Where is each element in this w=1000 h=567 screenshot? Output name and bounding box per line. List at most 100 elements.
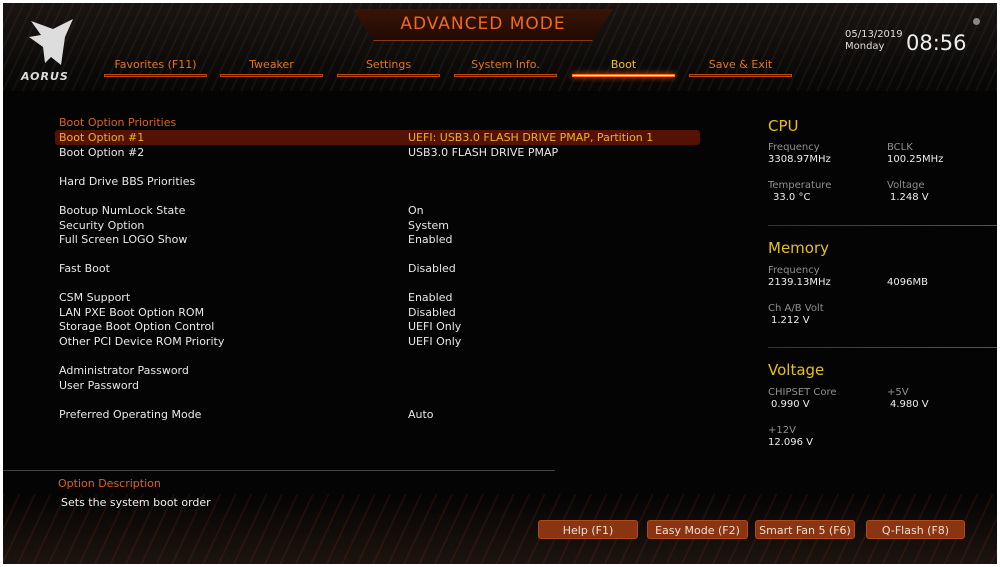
heading-label: Boot Option Priorities <box>59 116 177 129</box>
item-value: Disabled <box>408 262 456 275</box>
q-flash-button[interactable]: Q-Flash (F8) <box>866 520 965 539</box>
menu-item-lan-pxe[interactable]: LAN PXE Boot Option ROM Disabled <box>55 305 700 320</box>
label: Temperature <box>768 180 832 191</box>
value: 33.0 °C <box>773 192 811 203</box>
divider <box>3 470 555 471</box>
aorus-logo-text: AORUS <box>21 70 69 83</box>
item-value: Auto <box>408 408 434 421</box>
tab-underline <box>337 74 440 77</box>
item-label: CSM Support <box>59 291 131 304</box>
item-value: On <box>408 204 424 217</box>
page-title: ADVANCED MODE <box>400 14 566 34</box>
menu-item-numlock[interactable]: Bootup NumLock State On <box>55 203 700 218</box>
menu-item-user-password[interactable]: User Password <box>55 378 700 393</box>
tab-label: System Info. <box>471 58 540 71</box>
tab-label: Settings <box>365 58 412 71</box>
value: 3308.97MHz <box>768 154 831 165</box>
menu-item-boot-option-2[interactable]: Boot Option #2 USB3.0 FLASH DRIVE PMAP <box>55 145 700 160</box>
cpu-temperature: Temperature 33.0 °C <box>768 180 831 204</box>
menu-item-hdd-bbs[interactable]: Hard Drive BBS Priorities <box>55 174 700 189</box>
weekday: Monday <box>845 41 885 52</box>
memory-section-title: Memory <box>768 239 830 257</box>
help-button[interactable]: Help (F1) <box>538 520 638 539</box>
bios-screen: ADVANCED MODE AORUS Favorites (F11) Twea… <box>3 3 997 564</box>
tab-label: Tweaker <box>249 58 294 71</box>
label: BCLK <box>887 142 913 153</box>
cpu-bclk: BCLK 100.25MHz <box>887 142 943 166</box>
item-value: UEFI Only <box>408 320 462 333</box>
value: 0.990 V <box>771 399 810 410</box>
tab-favorites[interactable]: Favorites (F11) <box>104 58 207 77</box>
tab-underline <box>689 74 792 77</box>
memory-voltage: Ch A/B Volt 1.212 V <box>768 303 824 327</box>
label: +12V <box>768 425 796 436</box>
tab-label: Favorites (F11) <box>114 58 197 71</box>
item-label: Bootup NumLock State <box>59 204 186 217</box>
label: Frequency <box>768 265 820 276</box>
tab-underline <box>104 74 207 77</box>
item-value: System <box>408 219 450 232</box>
value: 12.096 V <box>768 437 814 448</box>
menu-item-fast-boot[interactable]: Fast Boot Disabled <box>55 261 700 276</box>
date-display: 05/13/2019 Monday <box>845 29 903 53</box>
tab-tweaker[interactable]: Tweaker <box>220 58 323 77</box>
12v-voltage: +12V 12.096 V <box>768 425 813 449</box>
tab-save-exit[interactable]: Save & Exit <box>689 58 792 77</box>
item-label: Boot Option #2 <box>59 146 145 159</box>
item-label: User Password <box>59 379 139 392</box>
cpu-voltage: Voltage 1.248 V <box>887 180 929 204</box>
value: 100.25MHz <box>887 154 944 165</box>
divider <box>768 347 997 348</box>
tab-system-info[interactable]: System Info. <box>454 58 557 77</box>
tab-underline <box>454 74 557 77</box>
date: 05/13/2019 <box>845 29 903 40</box>
menu-item-security[interactable]: Security Option System <box>55 218 700 233</box>
item-label: Fast Boot <box>59 262 110 275</box>
value: 2139.13MHz <box>768 277 831 288</box>
menu-item-logo-show[interactable]: Full Screen LOGO Show Enabled <box>55 232 700 247</box>
item-label: Preferred Operating Mode <box>59 408 202 421</box>
menu-item-os-mode[interactable]: Preferred Operating Mode Auto <box>55 407 700 422</box>
item-value: UEFI Only <box>408 335 462 348</box>
menu-heading: Boot Option Priorities <box>55 115 700 130</box>
memory-frequency: Frequency 2139.13MHz <box>768 265 831 289</box>
item-label: Boot Option #1 <box>59 131 145 144</box>
item-value: Enabled <box>408 291 453 304</box>
option-description-text: Sets the system boot order <box>61 496 211 509</box>
menu-item-pci-rom[interactable]: Other PCI Device ROM Priority UEFI Only <box>55 334 700 349</box>
item-label: Full Screen LOGO Show <box>59 233 188 246</box>
tab-underline <box>220 74 323 77</box>
smart-fan-button[interactable]: Smart Fan 5 (F6) <box>755 520 855 539</box>
easy-mode-button[interactable]: Easy Mode (F2) <box>647 520 748 539</box>
item-value: Disabled <box>408 306 456 319</box>
menu-item-storage-boot[interactable]: Storage Boot Option Control UEFI Only <box>55 319 700 334</box>
cpu-frequency: Frequency 3308.97MHz <box>768 142 831 166</box>
item-value: Enabled <box>408 233 453 246</box>
item-label: Storage Boot Option Control <box>59 320 215 333</box>
tab-settings[interactable]: Settings <box>337 58 440 77</box>
tab-underline <box>572 74 675 77</box>
value: 1.248 V <box>890 192 929 203</box>
option-description-heading: Option Description <box>58 477 161 490</box>
menu-item-boot-option-1[interactable]: Boot Option #1 UEFI: USB3.0 FLASH DRIVE P… <box>55 130 700 145</box>
tab-label: Boot <box>610 58 637 71</box>
menu-item-csm[interactable]: CSM Support Enabled <box>55 290 700 305</box>
tab-boot[interactable]: Boot <box>572 58 675 77</box>
value: 1.212 V <box>771 315 810 326</box>
label: Frequency <box>768 142 820 153</box>
item-label: Other PCI Device ROM Priority <box>59 335 225 348</box>
label: +5V <box>887 387 909 398</box>
value: 4.980 V <box>890 399 929 410</box>
aorus-eagle-logo-icon <box>29 19 73 65</box>
menu-item-admin-password[interactable]: Administrator Password <box>55 363 700 378</box>
item-value: UEFI: USB3.0 FLASH DRIVE PMAP, Partition… <box>408 131 654 144</box>
divider <box>768 225 997 226</box>
5v-voltage: +5V 4.980 V <box>887 387 929 411</box>
item-label: LAN PXE Boot Option ROM <box>59 306 205 319</box>
label: CHIPSET Core <box>768 387 837 398</box>
value: 4096MB <box>887 277 928 288</box>
chipset-voltage: CHIPSET Core 0.990 V <box>768 387 837 411</box>
label: Voltage <box>887 180 925 191</box>
voltage-section-title: Voltage <box>768 361 825 379</box>
status-dot-icon <box>973 18 980 25</box>
